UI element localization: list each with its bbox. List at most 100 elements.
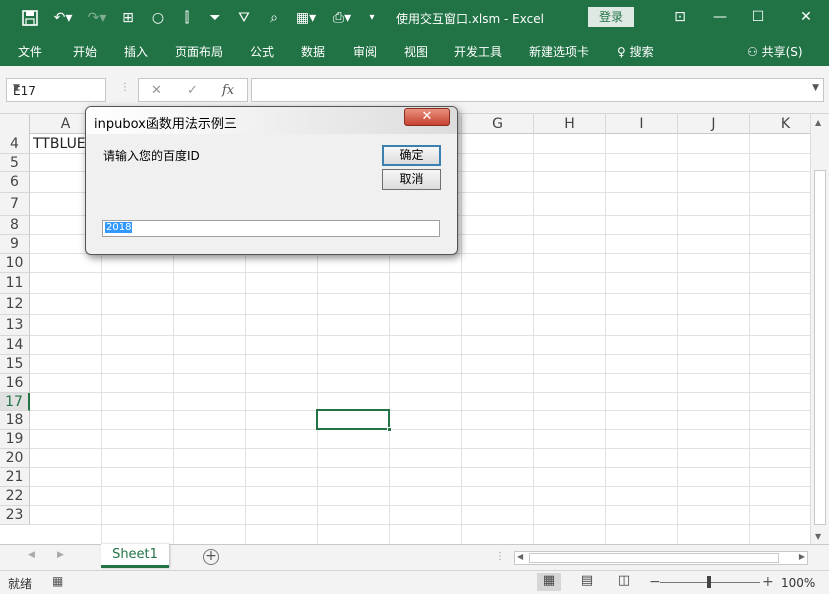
scroll-down-icon[interactable]: ▼ xyxy=(815,532,821,541)
share-label: 共享(S) xyxy=(761,45,803,59)
insert-function-icon[interactable]: fx xyxy=(222,83,234,98)
scroll-right-icon[interactable]: ▶ xyxy=(799,552,805,561)
dialog-title-bar[interactable]: inpubox函数用法示例三 ✕ xyxy=(86,107,457,134)
expand-formula-icon[interactable]: ▼ xyxy=(812,83,819,93)
row-header[interactable]: 10 xyxy=(0,254,30,273)
column-header[interactable]: G xyxy=(462,114,534,134)
row-gridline xyxy=(30,314,810,315)
table-grid-icon[interactable]: ⊞ xyxy=(118,8,138,28)
column-header[interactable]: H xyxy=(534,114,606,134)
login-button[interactable]: 登录 xyxy=(588,7,634,27)
row-header[interactable]: 4 xyxy=(0,134,30,154)
tab-file[interactable]: 文件 xyxy=(18,43,42,60)
fill-handle[interactable] xyxy=(387,427,392,432)
cell-a4[interactable]: TTBLUE0 xyxy=(33,136,85,152)
tab-new-tab[interactable]: 新建选项卡 xyxy=(529,43,589,60)
redo-icon[interactable]: ↷▾ xyxy=(84,8,110,28)
filter-icon[interactable]: ⏷ xyxy=(205,8,225,28)
row-header[interactable]: 14 xyxy=(0,336,30,355)
row-header[interactable]: 18 xyxy=(0,411,30,430)
cancel-button[interactable]: 取消 xyxy=(382,169,441,190)
tab-data[interactable]: 数据 xyxy=(301,43,325,60)
save-as-icon[interactable]: ⎙▾ xyxy=(327,8,357,28)
close-icon[interactable]: ✕ xyxy=(794,6,818,28)
scroll-left-icon[interactable]: ◀ xyxy=(517,552,523,561)
form-icon[interactable]: ▦▾ xyxy=(291,8,321,28)
clear-filter-icon[interactable]: ⛛ xyxy=(234,8,254,28)
dialog-title: inpubox函数用法示例三 xyxy=(94,117,237,132)
prev-sheet-icon[interactable]: ◀ xyxy=(28,550,35,560)
row-header[interactable]: 22 xyxy=(0,487,30,506)
column-header[interactable]: I xyxy=(606,114,678,134)
row-gridline xyxy=(30,392,810,393)
row-header[interactable]: 11 xyxy=(0,273,30,294)
tab-developer[interactable]: 开发工具 xyxy=(454,43,502,60)
column-header[interactable]: K xyxy=(750,114,810,134)
columns-icon[interactable]: ⫿ xyxy=(176,8,198,28)
column-header[interactable]: J xyxy=(678,114,750,134)
inputbox-dialog: inpubox函数用法示例三 ✕ 请输入您的百度ID 确定 取消 2018 xyxy=(85,106,458,255)
more-icon[interactable]: ⋮ xyxy=(120,82,130,93)
undo-icon[interactable]: ↶▾ xyxy=(50,8,76,28)
minimize-icon[interactable]: — xyxy=(708,6,732,28)
row-header[interactable]: 8 xyxy=(0,216,30,235)
row-header[interactable]: 6 xyxy=(0,172,30,193)
enter-icon[interactable]: ✓ xyxy=(187,83,198,98)
zoom-in-icon[interactable]: + xyxy=(762,574,774,590)
macro-record-icon[interactable]: ▦ xyxy=(52,574,63,588)
row-header[interactable]: 23 xyxy=(0,506,30,525)
tab-home[interactable]: 开始 xyxy=(73,43,97,60)
scroll-up-icon[interactable]: ▲ xyxy=(815,118,821,127)
share-button[interactable]: ⚇ 共享(S) xyxy=(747,43,803,60)
row-header[interactable]: 13 xyxy=(0,315,30,336)
tab-formulas[interactable]: 公式 xyxy=(250,43,274,60)
row-gridline xyxy=(30,335,810,336)
page-layout-view-icon[interactable]: ▤ xyxy=(575,573,599,591)
maximize-icon[interactable]: ☐ xyxy=(746,6,770,28)
sheet-tab-sheet1[interactable]: Sheet1 xyxy=(101,544,169,568)
zoom-level[interactable]: 100% xyxy=(781,576,815,590)
name-box[interactable]: E17 ▼ xyxy=(6,78,106,102)
row-header[interactable]: 12 xyxy=(0,294,30,315)
horizontal-scrollbar[interactable]: ◀ ▶ xyxy=(514,551,808,565)
sheet-tab-bar: ◀ ▶ Sheet1 + ⋮ ◀ ▶ xyxy=(0,544,829,570)
zoom-slider-thumb[interactable] xyxy=(707,576,711,588)
row-header[interactable]: 21 xyxy=(0,468,30,487)
row-header[interactable]: 5 xyxy=(0,154,30,172)
row-header[interactable]: 20 xyxy=(0,449,30,468)
tab-page-layout[interactable]: 页面布局 xyxy=(175,43,223,60)
ok-button[interactable]: 确定 xyxy=(382,145,441,166)
dialog-input-field[interactable]: 2018 xyxy=(102,220,440,237)
tab-view[interactable]: 视图 xyxy=(404,43,428,60)
customize-toolbar-icon[interactable]: ▾ xyxy=(365,8,379,28)
row-header[interactable]: 16 xyxy=(0,374,30,393)
page-break-view-icon[interactable]: ◫ xyxy=(612,573,636,591)
row-header[interactable]: 19 xyxy=(0,430,30,449)
row-header[interactable]: 15 xyxy=(0,355,30,374)
formula-input[interactable]: ▼ xyxy=(251,78,824,102)
chevron-down-icon[interactable]: ▼ xyxy=(13,83,101,93)
tab-insert[interactable]: 插入 xyxy=(124,43,148,60)
dialog-close-button[interactable]: ✕ xyxy=(404,108,450,126)
ribbon-options-icon[interactable]: ⊡ xyxy=(668,6,692,28)
select-all-corner[interactable] xyxy=(0,114,30,134)
lightbulb-icon: ♀ xyxy=(617,45,626,59)
normal-view-icon[interactable]: ▦ xyxy=(537,573,561,591)
row-header[interactable]: 7 xyxy=(0,193,30,216)
next-sheet-icon[interactable]: ▶ xyxy=(57,550,64,560)
vertical-scrollbar[interactable]: ▲ ▼ xyxy=(810,114,829,544)
circle-icon[interactable]: ○ xyxy=(148,8,168,28)
row-header[interactable]: 17 xyxy=(0,393,30,411)
row-header[interactable]: 9 xyxy=(0,235,30,254)
tab-review[interactable]: 审阅 xyxy=(353,43,377,60)
add-sheet-icon[interactable]: + xyxy=(203,549,219,565)
vertical-scroll-thumb[interactable] xyxy=(814,170,826,525)
cancel-icon[interactable]: ✕ xyxy=(151,83,162,98)
find-icon[interactable]: ⌕ xyxy=(263,8,285,28)
more-icon[interactable]: ⋮ xyxy=(495,551,505,562)
zoom-out-icon[interactable]: − xyxy=(649,574,661,590)
save-icon[interactable] xyxy=(20,8,40,28)
selected-cell[interactable] xyxy=(316,409,392,432)
search-button[interactable]: ♀ 搜索 xyxy=(617,43,654,60)
horizontal-scroll-thumb[interactable] xyxy=(529,553,779,563)
